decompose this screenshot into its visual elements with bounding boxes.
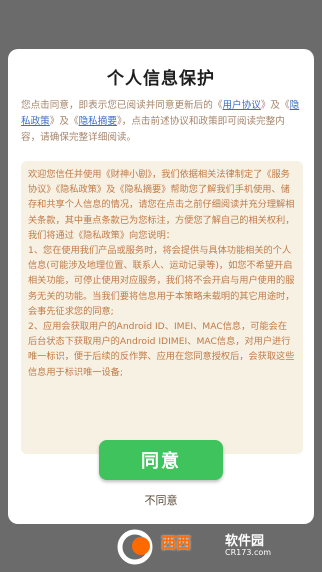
privacy-summary-link[interactable]: 隐私摘要 — [79, 116, 117, 127]
dialog-intro: 您点击同意，即表示您已阅读并同意更新后的《用户协议》及《隐私政策》及《隐私摘要》… — [21, 98, 303, 146]
agree-button[interactable]: 同意 — [99, 440, 223, 480]
watermark-url: CR173.com — [225, 548, 272, 557]
watermark: 西西 软件园 CR173.com — [117, 526, 317, 566]
intro-text-1: 您点击同意，即表示您已阅读并同意更新后的《 — [21, 100, 223, 111]
policy-paragraph: 1、您在使用我们产品或服务时，将会提供与具体功能相关的个人信息(可能涉及地理位置… — [28, 245, 295, 317]
intro-text-3: 》及《 — [49, 116, 79, 127]
policy-paragraph: 2、应用会获取用户的Android ID、IMEI、MAC信息，可能会在后台状态… — [28, 321, 295, 378]
privacy-dialog: 个人信息保护 您点击同意，即表示您已阅读并同意更新后的《用户协议》及《隐私政策》… — [8, 49, 314, 524]
disagree-button[interactable]: 不同意 — [8, 492, 314, 508]
policy-content-scroll[interactable]: 欢迎您信任并使用《财神小剧》，我们依据相关法律制定了《服务协议》《隐私政策》及《… — [21, 161, 303, 454]
dialog-title: 个人信息保护 — [107, 69, 215, 89]
intro-text-2: 》及《 — [260, 100, 290, 111]
watermark-brand: 西西 — [161, 534, 192, 552]
user-agreement-link[interactable]: 用户协议 — [222, 100, 260, 111]
watermark-logo-icon — [117, 529, 153, 565]
watermark-sub: 软件园 — [225, 534, 265, 549]
policy-paragraph: 欢迎您信任并使用《财神小剧》，我们依据相关法律制定了《服务协议》《隐私政策》及《… — [28, 169, 295, 241]
